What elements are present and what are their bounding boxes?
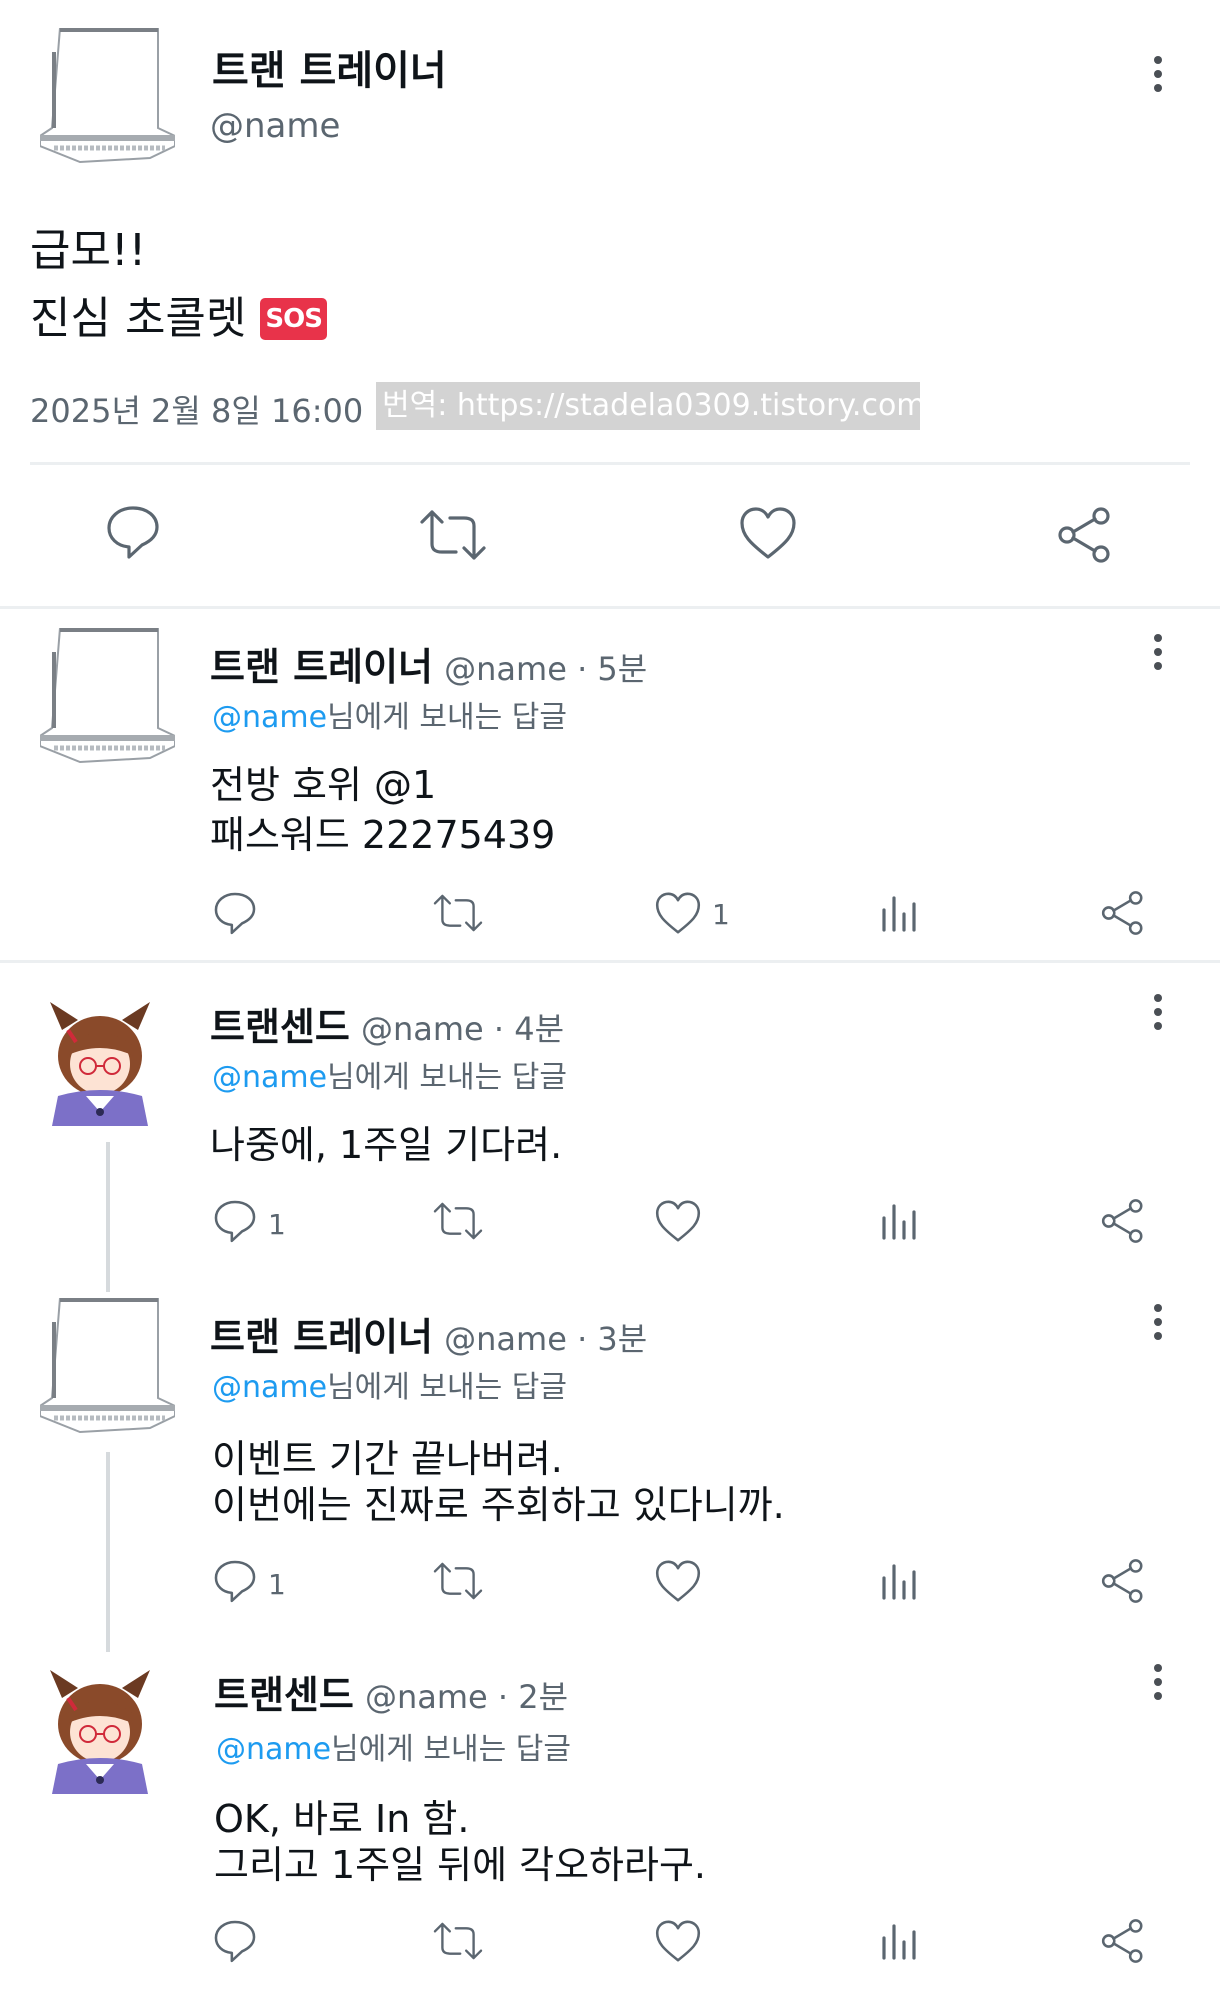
reply-icon[interactable] [212, 890, 258, 936]
heart-icon[interactable] [654, 890, 702, 936]
watermark: 번역: https://stadela0309.tistory.com [376, 382, 920, 430]
views-icon[interactable] [880, 1918, 920, 1962]
reply-header: 트랜 트레이너 @name · 3분 [210, 1306, 647, 1361]
heart-icon[interactable] [738, 505, 798, 561]
reply-icon[interactable] [104, 503, 162, 561]
retweet-icon[interactable] [432, 1560, 484, 1602]
retweet-icon[interactable] [432, 1920, 484, 1962]
reply-author-name[interactable]: 트랜 트레이너 [210, 645, 433, 689]
reply-header: 트랜 트레이너 @name · 5분 [210, 636, 647, 691]
reply-meta[interactable]: @name · 4분 [361, 1010, 564, 1048]
reply-to-suffix: 님에게 보내는 답글 [327, 1060, 567, 1095]
avatar-trainer[interactable] [40, 628, 175, 778]
thread-line [106, 1452, 110, 1652]
reply-meta[interactable]: @name · 2분 [365, 1678, 568, 1716]
main-author-handle[interactable]: @name [210, 106, 340, 146]
reply-to-suffix: 님에게 보내는 답글 [327, 700, 567, 735]
reply-icon[interactable] [212, 1918, 258, 1964]
share-icon[interactable] [1056, 506, 1114, 564]
retweet-icon[interactable] [418, 508, 488, 562]
main-timestamp[interactable]: 2025년 2월 8일 16:00 [30, 386, 363, 432]
heart-icon[interactable] [654, 1558, 702, 1604]
heart-icon[interactable] [654, 1918, 702, 1964]
reply-header: 트랜센드 @name · 4분 [210, 996, 564, 1051]
more-vertical-icon[interactable] [1148, 994, 1168, 1042]
reply-to-handle[interactable]: @name [212, 700, 327, 735]
reply-meta[interactable]: @name · 5분 [444, 650, 647, 688]
avatar-trainer[interactable] [40, 1298, 175, 1448]
heart-icon[interactable] [654, 1198, 702, 1244]
reply-count: 1 [268, 1568, 286, 1601]
reply-author-name[interactable]: 트랜센드 [210, 1005, 350, 1049]
reply-count: 1 [268, 1208, 286, 1241]
main-tweet-line2-wrap: 진심 초콜렛 SOS [30, 282, 327, 346]
reply-to-suffix: 님에게 보내는 답글 [331, 1732, 571, 1767]
more-vertical-icon[interactable] [1148, 1664, 1168, 1712]
reply-header: 트랜센드 @name · 2분 [214, 1664, 568, 1719]
reply-icon[interactable] [212, 1558, 258, 1604]
share-icon[interactable] [1100, 1198, 1146, 1244]
reply-author-name[interactable]: 트랜센드 [214, 1673, 354, 1717]
like-count: 1 [712, 898, 730, 931]
share-icon[interactable] [1100, 1918, 1146, 1964]
reply-author-name[interactable]: 트랜 트레이너 [210, 1315, 433, 1359]
main-author-name[interactable]: 트랜 트레이너 [212, 38, 447, 96]
reply-to-suffix: 님에게 보내는 답글 [327, 1370, 567, 1405]
views-icon[interactable] [880, 1198, 920, 1242]
retweet-icon[interactable] [432, 892, 484, 934]
reply-to-line: @name님에게 보내는 답글 [212, 1362, 567, 1406]
thread-line [106, 1142, 110, 1292]
more-vertical-icon[interactable] [1148, 1304, 1168, 1352]
reply-text-line2: 패스워드 22275439 [210, 813, 556, 857]
main-divider-thin [30, 462, 1190, 465]
reply-to-line: @name님에게 보내는 답글 [216, 1724, 571, 1768]
avatar-trainer[interactable] [40, 28, 175, 178]
section-divider [0, 606, 1220, 609]
avatar-transcend[interactable] [40, 1668, 160, 1798]
reply-to-handle[interactable]: @name [216, 1732, 331, 1767]
reply-to-handle[interactable]: @name [212, 1060, 327, 1095]
share-icon[interactable] [1100, 1558, 1146, 1604]
main-tweet-line1: 급모!! [30, 225, 147, 276]
reply-text-line1: 전방 호위 @1 [210, 763, 437, 807]
reply-text-line2: 그리고 1주일 뒤에 각오하라구. [214, 1843, 707, 1887]
section-divider [0, 960, 1220, 963]
views-icon[interactable] [880, 890, 920, 934]
more-vertical-icon[interactable] [1148, 634, 1168, 682]
share-icon[interactable] [1100, 890, 1146, 936]
views-icon[interactable] [880, 1558, 920, 1602]
main-tweet-line2: 진심 초콜렛 [30, 293, 247, 344]
sos-emoji: SOS [260, 298, 327, 340]
reply-icon[interactable] [212, 1198, 258, 1244]
reply-to-line: @name님에게 보내는 답글 [212, 692, 567, 736]
more-vertical-icon[interactable] [1148, 56, 1168, 104]
reply-text-line2: 이번에는 진짜로 주회하고 있다니까. [212, 1483, 785, 1527]
retweet-icon[interactable] [432, 1200, 484, 1242]
avatar-transcend[interactable] [40, 1000, 160, 1130]
reply-to-line: @name님에게 보내는 답글 [212, 1052, 567, 1096]
reply-meta[interactable]: @name · 3분 [444, 1320, 647, 1358]
reply-text-line1: 나중에, 1주일 기다려. [210, 1123, 563, 1167]
reply-to-handle[interactable]: @name [212, 1370, 327, 1405]
